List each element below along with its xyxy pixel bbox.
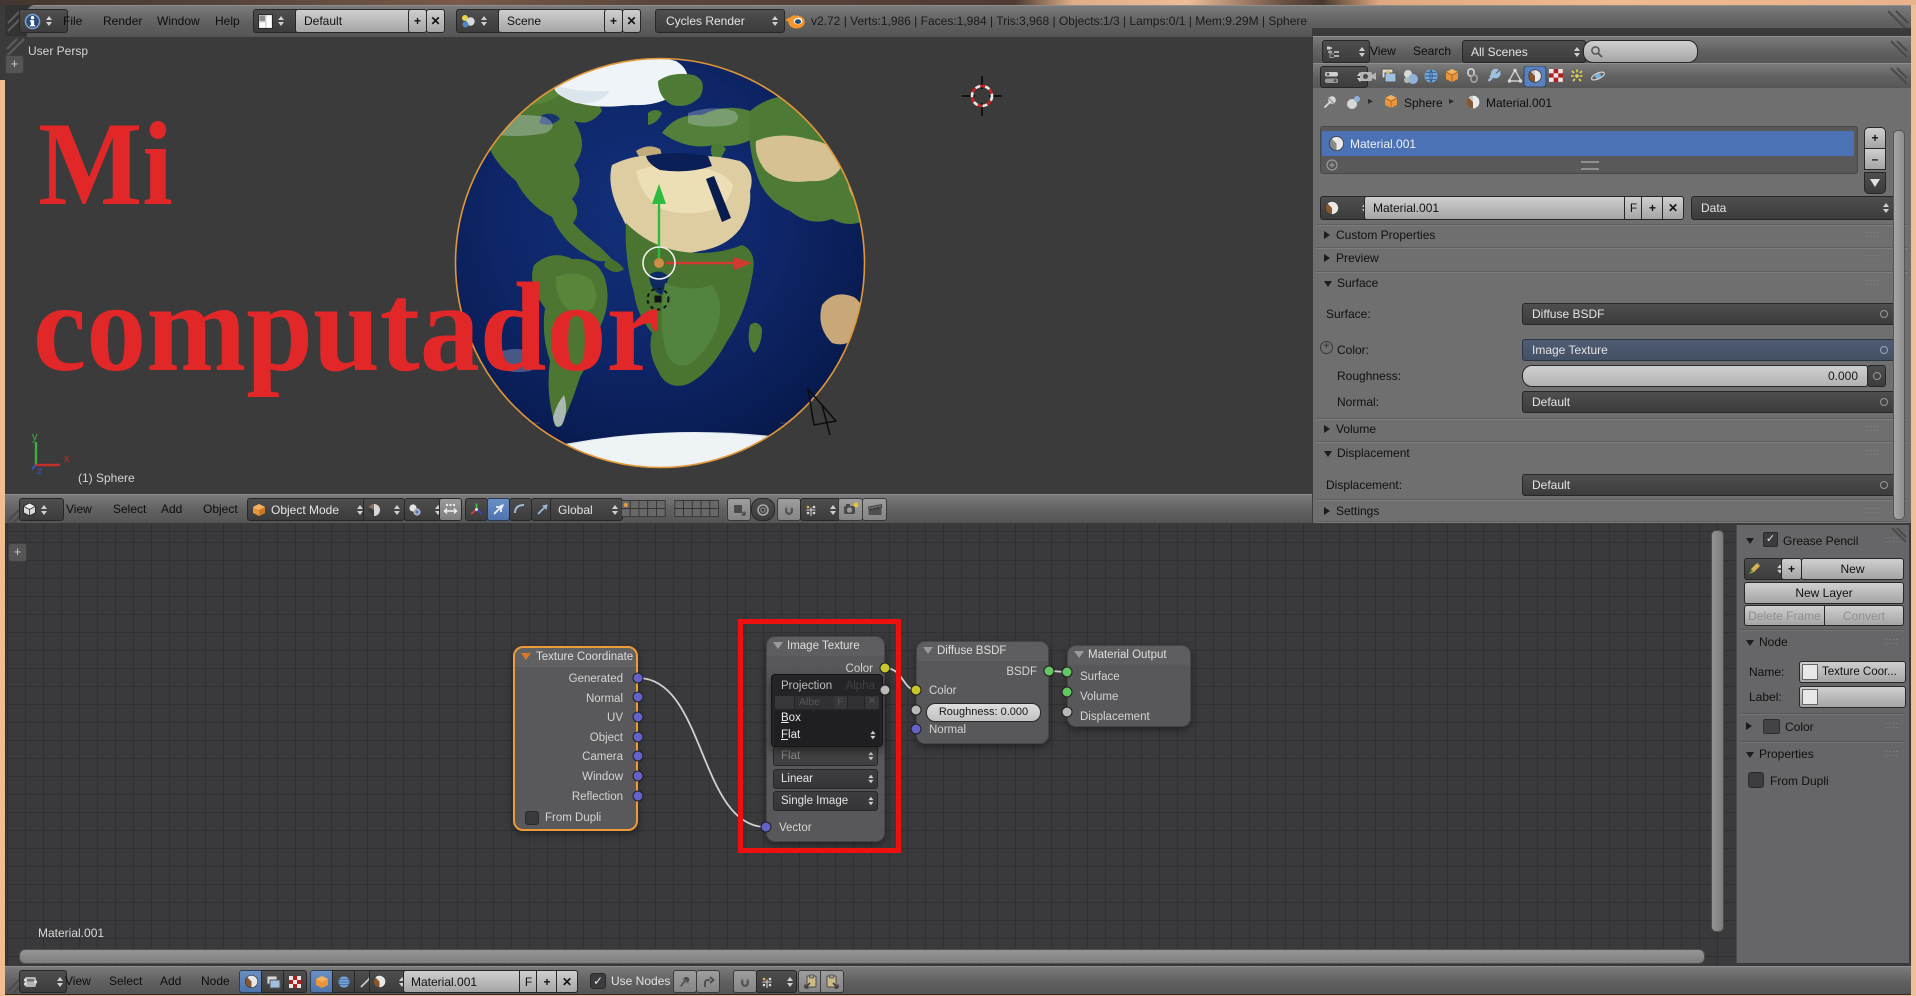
svg-text:y: y <box>32 432 38 443</box>
svg-text:x: x <box>64 453 70 465</box>
svg-text:z: z <box>37 466 42 477</box>
